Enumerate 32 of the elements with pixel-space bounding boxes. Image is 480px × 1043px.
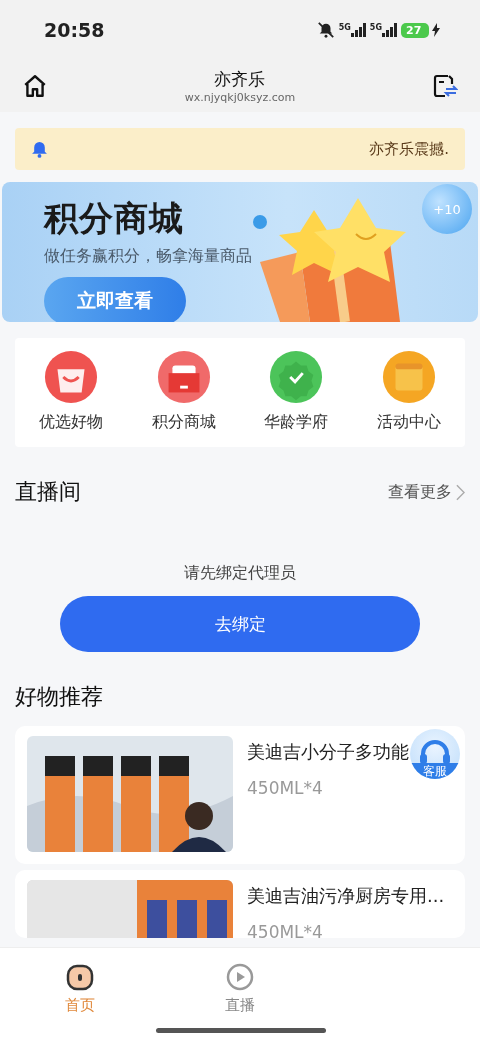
banner-title: 积分商城 <box>44 197 184 240</box>
product-name: 美迪吉油污净厨房专用... <box>247 884 445 908</box>
bind-button[interactable]: 去绑定 <box>60 596 420 652</box>
product-spec: 450ML*4 <box>247 922 324 938</box>
chevron-right-icon <box>456 483 465 501</box>
shortcut-item[interactable]: 优选好物 <box>15 350 128 433</box>
product-spec: 450ML*4 <box>247 778 324 798</box>
shortcut-item[interactable]: 华龄学府 <box>240 350 353 433</box>
points-bubble: +10 <box>422 184 472 234</box>
page-title: 亦齐乐 <box>214 68 266 91</box>
section-title: 好物推荐 <box>15 683 104 711</box>
tab-item[interactable]: 直播 <box>160 962 320 1015</box>
muted-bell-icon <box>315 21 336 39</box>
shortcut-item[interactable]: 积分商城 <box>127 350 240 433</box>
switch-account-icon[interactable] <box>432 73 458 99</box>
empty-message: 请先绑定代理员 <box>184 563 296 584</box>
network-label: 5G <box>369 23 382 32</box>
clock: 20:58 <box>44 19 105 41</box>
section-title: 直播间 <box>15 478 81 506</box>
signal-icon <box>350 23 367 37</box>
signal-icon <box>382 23 398 37</box>
network-label: 5G <box>338 23 351 32</box>
bell-icon <box>31 140 48 158</box>
view-more-link[interactable]: 查看更多 <box>388 481 465 503</box>
page-url: wx.njyqkj0ksyz.com <box>184 91 296 104</box>
battery-level: 27 <box>401 22 429 38</box>
banner-subtitle: 做任务赢积分，畅拿海量商品 <box>44 246 252 267</box>
product-card[interactable]: 美迪吉油污净厨房专用... 450ML*4 <box>15 870 465 938</box>
shortcut-item[interactable]: 活动中心 <box>352 350 465 433</box>
notice-text: 亦齐乐震撼. <box>369 139 449 159</box>
play-icon <box>225 962 255 992</box>
product-name: 美迪吉小分子多功能 <box>247 740 409 764</box>
